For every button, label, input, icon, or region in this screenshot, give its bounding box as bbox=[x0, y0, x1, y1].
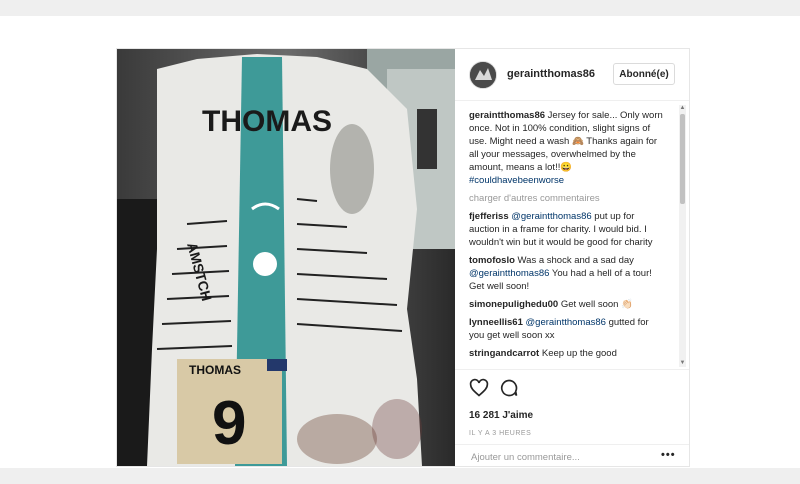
scrollbar-thumb[interactable] bbox=[680, 114, 685, 204]
follow-button[interactable]: Abonné(e) bbox=[613, 63, 675, 85]
post-photo[interactable]: THOMAS AMSTCH THOMAS 9 bbox=[117, 49, 455, 466]
comment-item: fjefferiss @geraintthomas86 put up for a… bbox=[469, 210, 665, 249]
add-comment-input[interactable] bbox=[469, 449, 643, 465]
caption-hashtag[interactable]: #couldhavebeenworse bbox=[469, 175, 564, 186]
post-header: geraintthomas86 Abonné(e) bbox=[455, 49, 689, 101]
add-comment-bar: ••• bbox=[455, 444, 689, 468]
comment-item: stringandcarrot Keep up the good bbox=[469, 347, 665, 360]
comment-text: Was a shock and a sad day bbox=[514, 255, 634, 266]
comment-item: simonepulighedu00 Get well soon 👏🏻 bbox=[469, 298, 665, 311]
likes-count[interactable]: 16 281 J'aime bbox=[469, 410, 533, 421]
comment-username[interactable]: lynneellis61 bbox=[469, 317, 523, 328]
comments-scrollbar[interactable]: ▲ ▼ bbox=[679, 105, 686, 367]
comment-mention[interactable]: @geraintthomas86 bbox=[469, 268, 549, 279]
page-background: THOMAS AMSTCH THOMAS 9 geraintthomas86 A… bbox=[0, 16, 800, 468]
caption: geraintthomas86 Jersey for sale... Only … bbox=[469, 109, 665, 187]
sponsor-logo bbox=[253, 252, 277, 276]
comment-text: Keep up the good bbox=[539, 348, 617, 359]
comment-username[interactable]: simonepulighedu00 bbox=[469, 299, 558, 310]
scroll-down-arrow-icon[interactable]: ▼ bbox=[679, 360, 686, 367]
bib-number-text: 9 bbox=[212, 389, 246, 458]
comment-username[interactable]: stringandcarrot bbox=[469, 348, 539, 359]
comment-mention[interactable]: @geraintthomas86 bbox=[511, 211, 591, 222]
load-more-comments-link[interactable]: charger d'autres commentaires bbox=[469, 193, 665, 204]
bib-name-text: THOMAS bbox=[189, 363, 241, 377]
comment-item: lynneellis61 @geraintthomas86 gutted for… bbox=[469, 316, 665, 342]
comment-item: tomofoslo Was a shock and a sad day @ger… bbox=[469, 254, 665, 293]
comment-mention[interactable]: @geraintthomas86 bbox=[526, 317, 606, 328]
post-timestamp: IL Y A 3 HEURES bbox=[469, 430, 532, 437]
speech-bubble-icon[interactable] bbox=[499, 378, 519, 398]
jersey-name-text: THOMAS bbox=[202, 105, 332, 138]
jersey-photo: THOMAS AMSTCH THOMAS 9 bbox=[117, 49, 455, 466]
caption-username[interactable]: geraintthomas86 bbox=[469, 110, 545, 121]
comment-username[interactable]: fjefferiss bbox=[469, 211, 509, 222]
instagram-post: THOMAS AMSTCH THOMAS 9 geraintthomas86 A… bbox=[116, 48, 690, 467]
ellipsis-icon[interactable]: ••• bbox=[661, 449, 676, 461]
post-sidebar: geraintthomas86 Abonné(e) geraintthomas8… bbox=[455, 49, 689, 466]
comments-list[interactable]: geraintthomas86 Jersey for sale... Only … bbox=[455, 101, 689, 369]
post-actions: 16 281 J'aime IL Y A 3 HEURES ••• bbox=[455, 369, 689, 467]
comment-username[interactable]: tomofoslo bbox=[469, 255, 515, 266]
post-username[interactable]: geraintthomas86 bbox=[507, 68, 595, 80]
heart-icon[interactable] bbox=[469, 378, 489, 398]
avatar[interactable] bbox=[469, 61, 497, 89]
comment-text: Get well soon 👏🏻 bbox=[558, 299, 633, 310]
avatar-image-icon bbox=[470, 62, 496, 88]
scroll-up-arrow-icon[interactable]: ▲ bbox=[679, 105, 686, 112]
